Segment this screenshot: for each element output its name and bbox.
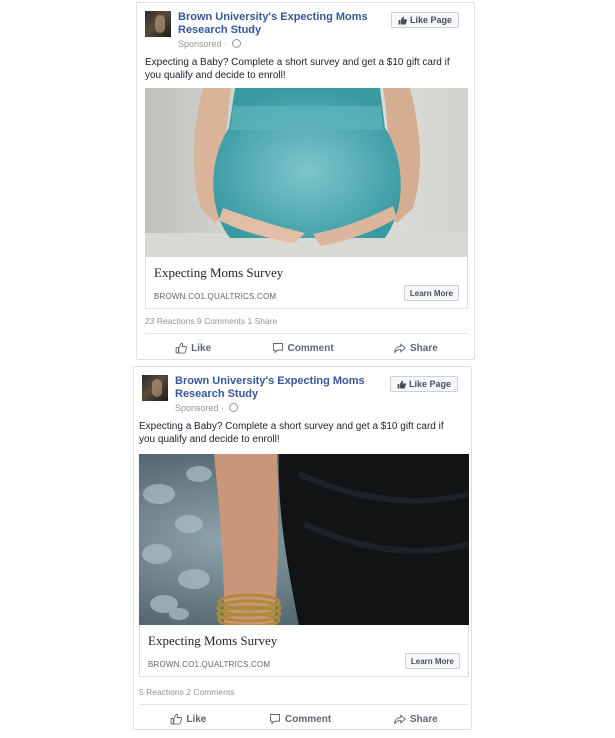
learn-more-button[interactable]: Learn More (404, 653, 460, 669)
post-text: Expecting a Baby? Complete a short surve… (139, 421, 444, 445)
sponsored-post-1: Brown University's Expecting Moms Resear… (136, 2, 475, 360)
sponsored-text: Sponsored (175, 403, 219, 413)
share-button[interactable]: Share (394, 710, 438, 728)
thumbs-up-icon (175, 342, 188, 354)
ad-image[interactable] (139, 454, 469, 625)
action-bar: Like Comment Share (145, 339, 468, 357)
share-button[interactable]: Share (394, 339, 438, 357)
share-label: Share (409, 713, 438, 725)
thumbs-up-icon (398, 16, 407, 24)
sponsored-post-2: Brown University's Expecting Moms Resear… (133, 366, 472, 730)
thumbs-up-icon (397, 380, 406, 388)
like-label: Like (191, 342, 212, 354)
comment-button[interactable]: Comment (269, 710, 331, 728)
divider (145, 333, 468, 334)
like-page-label: Like Page (410, 15, 453, 25)
comment-button[interactable]: Comment (272, 339, 334, 357)
sponsored-text: Sponsored (178, 39, 222, 49)
share-icon (394, 714, 406, 725)
share-icon (394, 343, 406, 354)
comment-icon (272, 343, 283, 354)
comment-label: Comment (287, 342, 334, 354)
link-domain: BROWN.CO1.QUALTRICS.COM (148, 660, 271, 669)
link-domain: BROWN.CO1.QUALTRICS.COM (154, 292, 277, 301)
action-bar: Like Comment Share (139, 710, 469, 728)
link-title[interactable]: Expecting Moms Survey (148, 633, 277, 649)
like-button[interactable]: Like (170, 710, 206, 728)
like-page-button[interactable]: Like Page (391, 12, 460, 28)
sponsored-label: Sponsored · (175, 403, 238, 413)
comment-label: Comment (285, 713, 332, 725)
globe-icon (228, 403, 238, 412)
like-page-button[interactable]: Like Page (390, 376, 459, 392)
like-page-label: Like Page (409, 379, 452, 389)
like-button[interactable]: Like (175, 339, 211, 357)
page-name-link[interactable]: Brown University's Expecting Moms Resear… (175, 375, 371, 401)
globe-icon (231, 39, 241, 48)
page-avatar[interactable] (142, 375, 168, 401)
sponsored-label: Sponsored · (178, 39, 241, 49)
thumbs-up-icon (171, 713, 183, 725)
link-preview[interactable]: Expecting Moms Survey BROWN.CO1.QUALTRIC… (145, 257, 468, 309)
page-avatar[interactable] (145, 11, 171, 37)
link-preview[interactable]: Expecting Moms Survey BROWN.CO1.QUALTRIC… (139, 625, 469, 677)
engagement-counts[interactable]: 5 Reactions 2 Comments (139, 687, 234, 697)
share-label: Share (410, 342, 438, 354)
page-name-link[interactable]: Brown University's Expecting Moms Resear… (178, 11, 374, 37)
post-text: Expecting a Baby? Complete a short surve… (145, 57, 450, 81)
link-title[interactable]: Expecting Moms Survey (154, 265, 283, 281)
divider (139, 704, 469, 705)
ad-image[interactable] (145, 88, 468, 257)
learn-more-button[interactable]: Learn More (403, 285, 459, 301)
engagement-counts[interactable]: 23 Reactions 9 Comments 1 Share (145, 316, 277, 326)
comment-icon (270, 714, 280, 725)
like-label: Like (186, 713, 207, 725)
